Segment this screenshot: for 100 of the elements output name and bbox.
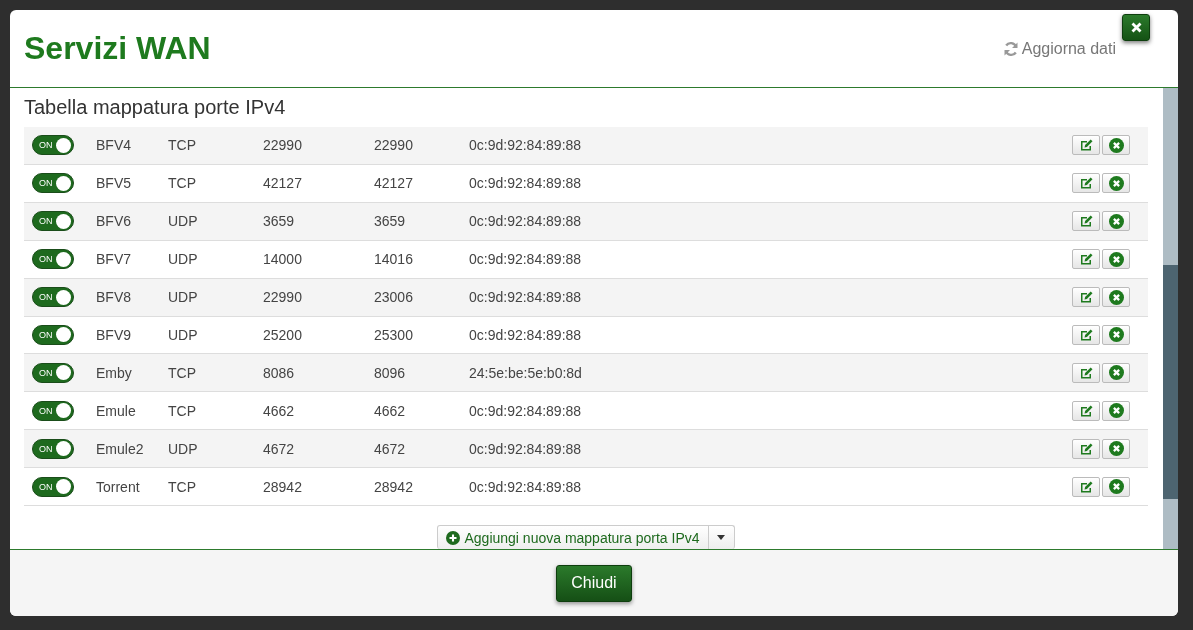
table-cell: 24:5e:be:5e:b0:8d	[469, 364, 582, 381]
table-cell-text: UDP	[168, 289, 199, 306]
delete-button[interactable]	[1102, 249, 1130, 270]
close-icon	[1130, 22, 1142, 33]
table-cell-text: 4662	[263, 402, 296, 419]
table-cell: 0c:9d:92:84:89:88	[469, 251, 582, 268]
caret-icon	[717, 535, 725, 541]
table-cell: 0c:9d:92:84:89:88	[469, 289, 582, 306]
edit-icon	[1079, 291, 1093, 304]
refresh-link[interactable]: Aggiorna dati	[1002, 39, 1116, 58]
table-cell: 0c:9d:92:84:89:88	[469, 137, 582, 154]
toggle-switch[interactable]: ON	[32, 287, 74, 308]
close-icon	[1108, 213, 1124, 229]
edit-button[interactable]	[1072, 476, 1100, 497]
table-cell-text: TCP	[168, 175, 197, 192]
close-icon	[1108, 479, 1124, 495]
edit-button[interactable]	[1072, 249, 1100, 270]
table-cell-text: 14016	[374, 251, 414, 268]
close-button[interactable]	[1122, 14, 1150, 41]
table-cell-text: Torrent	[96, 478, 141, 495]
toggle-switch[interactable]: ON	[32, 173, 74, 194]
edit-button[interactable]	[1072, 135, 1100, 156]
table-cell-text: Emule2	[96, 440, 145, 457]
close-icon	[1108, 137, 1124, 153]
dialog-title: Servizi WAN	[24, 30, 211, 67]
table-cell-text: 4672	[374, 440, 407, 457]
edit-button[interactable]	[1072, 173, 1100, 194]
edit-icon	[1079, 329, 1093, 341]
delete-button[interactable]	[1102, 287, 1130, 308]
table-cell-text: 42127	[374, 175, 414, 192]
edit-button[interactable]	[1072, 287, 1100, 308]
table-title: Tabella mappatura porte IPv4	[24, 96, 287, 119]
table-cell-text: 25300	[374, 327, 414, 343]
toggle-switch[interactable]: ON	[32, 325, 74, 345]
table-cell-text: 22990	[263, 289, 303, 306]
toggle-switch[interactable]: ON	[32, 362, 74, 383]
edit-button[interactable]	[1072, 400, 1100, 421]
table-cell-text: UDP	[168, 251, 199, 268]
scrollbar-thumb[interactable]	[1163, 265, 1178, 499]
add-mapping-button[interactable]: Aggiungi nuova mappatura porta IPv4	[437, 525, 709, 550]
toggle-switch[interactable]: ON	[32, 438, 74, 459]
edit-icon	[1079, 253, 1093, 266]
table-cell: 0c:9d:92:84:89:88	[469, 402, 582, 419]
table-cell-text: BFV7	[96, 251, 132, 268]
table-cell: 0c:9d:92:84:89:88	[469, 440, 582, 457]
table-cell-text: TCP	[168, 402, 197, 419]
delete-button[interactable]	[1102, 211, 1130, 232]
toggle-switch[interactable]: ON	[32, 400, 74, 421]
table-cell-text: 23006	[374, 289, 414, 306]
delete-button[interactable]	[1102, 173, 1130, 194]
table-cell-text: BFV9	[96, 327, 132, 343]
close-button[interactable]: Chiudi	[556, 564, 632, 602]
close-icon	[1108, 251, 1124, 267]
toggle-switch[interactable]: ON	[32, 135, 74, 156]
table-cell-text: UDP	[168, 213, 199, 230]
table-cell-text: TCP	[168, 137, 197, 154]
edit-button[interactable]	[1072, 438, 1100, 459]
edit-icon	[1079, 177, 1093, 190]
table-cell-text: 3659	[374, 213, 407, 230]
table-cell-text: BFV4	[96, 137, 132, 154]
table-cell-text: 22990	[374, 137, 414, 154]
edit-icon	[1079, 139, 1093, 152]
toggle-switch[interactable]: ON	[32, 476, 74, 497]
table-cell-text: BFV6	[96, 213, 132, 230]
toggle-switch[interactable]: ON	[32, 249, 74, 270]
table-cell-text: 28942	[374, 478, 414, 495]
close-icon	[1108, 327, 1124, 343]
close-icon	[1108, 403, 1124, 419]
edit-icon	[1079, 480, 1093, 493]
toggle-switch[interactable]: ON	[32, 211, 74, 232]
delete-button[interactable]	[1102, 400, 1130, 421]
table-cell-text: 28942	[263, 478, 303, 495]
edit-button[interactable]	[1072, 362, 1100, 383]
table-cell-text: 14000	[263, 251, 303, 268]
delete-button[interactable]	[1102, 362, 1130, 383]
edit-button[interactable]	[1072, 211, 1100, 232]
table-cell: 0c:9d:92:84:89:88	[469, 327, 582, 343]
edit-button[interactable]	[1072, 325, 1100, 345]
close-icon	[1108, 441, 1124, 457]
delete-button[interactable]	[1102, 325, 1130, 345]
table-cell-text: 4672	[263, 440, 296, 457]
table-cell-text: Emule	[96, 402, 137, 419]
close-icon	[1108, 175, 1124, 191]
delete-button[interactable]	[1102, 476, 1130, 497]
delete-button[interactable]	[1102, 438, 1130, 459]
table-cell-text: BFV8	[96, 289, 132, 306]
table-cell-text: UDP	[168, 440, 199, 457]
table-cell-text: TCP	[168, 478, 197, 495]
edit-icon	[1079, 366, 1093, 379]
table-cell: 0c:9d:92:84:89:88	[469, 213, 582, 230]
close-icon	[1108, 365, 1124, 381]
delete-button[interactable]	[1102, 135, 1130, 156]
dropdown-toggle[interactable]	[708, 525, 735, 550]
table-cell: 0c:9d:92:84:89:88	[469, 478, 582, 495]
edit-icon	[1079, 215, 1093, 228]
table-cell: 0c:9d:92:84:89:88	[469, 175, 582, 192]
table-cell-text: 8096	[374, 364, 407, 381]
table-cell-text: 42127	[263, 175, 303, 192]
edit-icon	[1079, 442, 1093, 455]
table-cell-text: 8086	[263, 364, 296, 381]
